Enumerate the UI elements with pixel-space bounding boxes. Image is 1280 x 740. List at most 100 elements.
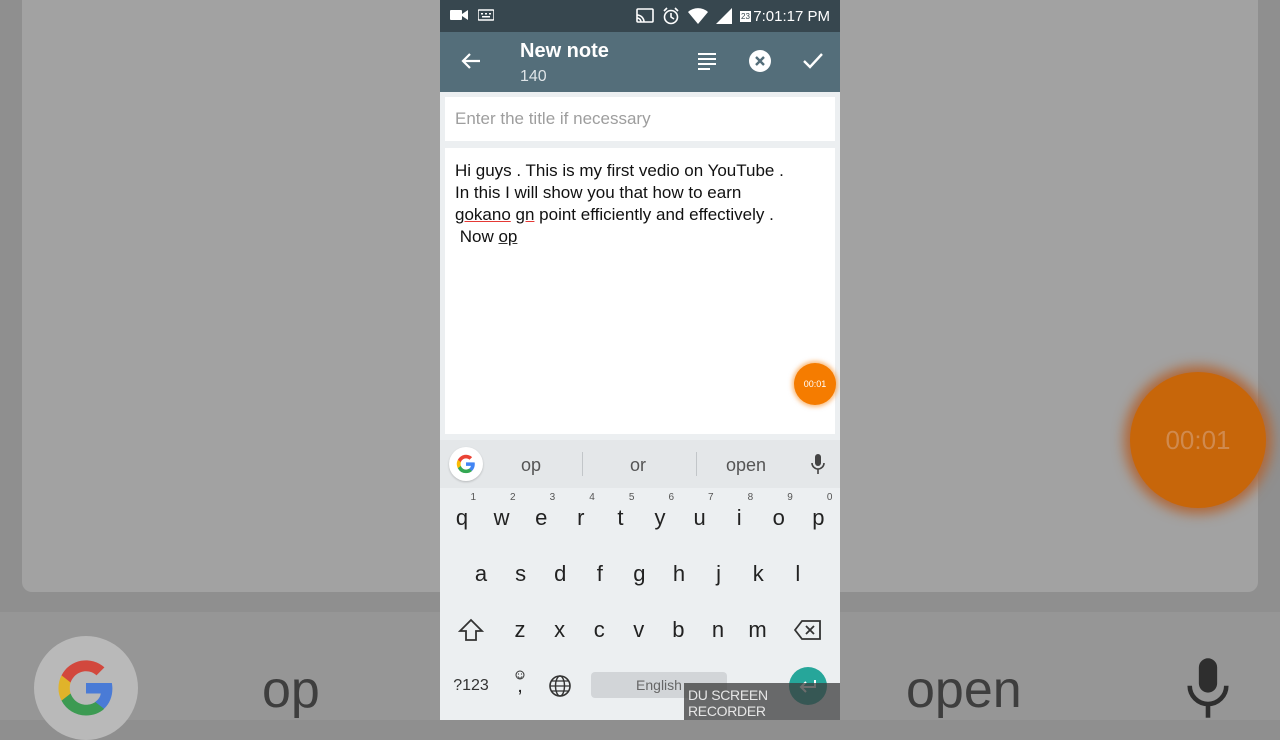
misspelled-word[interactable]: gn xyxy=(516,205,535,224)
shift-key-icon[interactable] xyxy=(451,602,491,658)
key-c[interactable]: c xyxy=(579,602,619,658)
key-r-number-hint: 4 xyxy=(589,492,595,503)
composing-word: op xyxy=(498,227,518,246)
key-y[interactable]: y6 xyxy=(640,490,680,546)
keyboard-icon xyxy=(478,9,494,21)
google-icon[interactable] xyxy=(449,447,483,481)
key-b-label: b xyxy=(672,617,685,642)
suggestion-1[interactable]: op xyxy=(481,455,581,476)
phone-screen: 23 7:01:17 PM New note 140 Hi guys . Thi… xyxy=(440,0,840,720)
backspace-key-icon[interactable] xyxy=(788,602,828,658)
key-row-1: q1w2e3r4t5y6u7i8o9p0 xyxy=(440,490,840,546)
video-camera-icon xyxy=(450,10,468,20)
microphone-icon[interactable] xyxy=(810,453,826,480)
key-a-label: a xyxy=(474,561,488,586)
key-p-number-hint: 0 xyxy=(826,492,833,503)
key-m[interactable]: m xyxy=(738,602,778,658)
key-p[interactable]: p0 xyxy=(798,490,838,546)
signal-icon xyxy=(716,8,732,24)
key-h-label: h xyxy=(672,561,686,586)
key-r[interactable]: r4 xyxy=(561,490,601,546)
key-s[interactable]: s xyxy=(501,546,541,602)
key-l[interactable]: l xyxy=(778,546,818,602)
key-r-label: r xyxy=(577,505,585,530)
key-e[interactable]: e3 xyxy=(521,490,561,546)
key-d[interactable]: d xyxy=(540,546,580,602)
symbols-key-label: ?123 xyxy=(453,677,489,694)
key-i-number-hint: 8 xyxy=(747,492,754,503)
note-line-1: Hi guys . This is my first vedio on YouT… xyxy=(455,161,784,180)
key-p-label: p xyxy=(812,505,825,530)
key-v[interactable]: v xyxy=(619,602,659,658)
key-o[interactable]: o9 xyxy=(759,490,799,546)
key-a[interactable]: a xyxy=(461,546,501,602)
key-f-label: f xyxy=(596,561,603,586)
key-q[interactable]: q1 xyxy=(442,490,482,546)
emoji-comma-key[interactable]: , xyxy=(500,658,540,714)
title-input[interactable] xyxy=(445,97,835,141)
key-m-label: m xyxy=(748,617,767,642)
background-mic-icon xyxy=(1180,656,1236,725)
note-body-textarea[interactable]: Hi guys . This is my first vedio on YouT… xyxy=(445,148,835,434)
key-h[interactable]: h xyxy=(659,546,699,602)
key-s-label: s xyxy=(515,561,527,586)
key-q-label: q xyxy=(455,505,469,530)
character-count: 140 xyxy=(520,68,547,85)
key-x[interactable]: x xyxy=(540,602,580,658)
key-i-label: i xyxy=(736,505,742,530)
key-u[interactable]: u7 xyxy=(680,490,720,546)
key-f[interactable]: f xyxy=(580,546,620,602)
key-q-number-hint: 1 xyxy=(470,492,476,503)
key-j[interactable]: j xyxy=(699,546,739,602)
suggestion-divider xyxy=(582,452,583,476)
key-d-label: d xyxy=(554,561,567,586)
key-x-label: x xyxy=(554,617,566,642)
key-row-3: z x c v b nm xyxy=(440,602,840,658)
key-row-2: a s d f g hjkl xyxy=(440,546,840,602)
key-e-label: e xyxy=(535,505,548,530)
key-n[interactable]: n xyxy=(698,602,738,658)
background-suggestion-op: op xyxy=(262,661,320,719)
globe-language-icon[interactable] xyxy=(540,658,580,714)
format-lines-icon[interactable] xyxy=(696,51,718,76)
suggestion-2[interactable]: or xyxy=(588,455,688,476)
key-u-number-hint: 7 xyxy=(708,492,714,503)
key-w[interactable]: w2 xyxy=(482,490,522,546)
key-k[interactable]: k xyxy=(738,546,778,602)
key-y-number-hint: 6 xyxy=(668,492,674,503)
key-k-label: k xyxy=(752,561,764,586)
background-google-icon xyxy=(34,636,138,740)
key-g-label: g xyxy=(633,561,646,586)
key-t-label: t xyxy=(617,505,624,530)
cast-icon xyxy=(636,8,654,23)
background-recorder-bubble: 00:01 xyxy=(1130,372,1266,508)
key-w-number-hint: 2 xyxy=(510,492,516,503)
note-line-4: Now op xyxy=(455,226,825,248)
symbols-key[interactable]: ?123 xyxy=(451,658,491,714)
key-g[interactable]: g xyxy=(619,546,659,602)
suggestion-3[interactable]: open xyxy=(696,455,796,476)
key-e-number-hint: 3 xyxy=(549,492,556,503)
key-i[interactable]: i8 xyxy=(719,490,759,546)
misspelled-word[interactable]: gokano xyxy=(455,205,511,224)
key-u-label: u xyxy=(693,505,706,530)
note-line-4-text: Now xyxy=(455,227,499,246)
status-bar: 23 7:01:17 PM xyxy=(440,0,840,32)
note-line-3-text: point efficiently and effectively . xyxy=(534,205,774,224)
key-t[interactable]: t5 xyxy=(600,490,640,546)
key-y-label: y xyxy=(654,505,666,530)
key-o-number-hint: 9 xyxy=(787,492,793,503)
key-z[interactable]: z xyxy=(500,602,540,658)
emoji-icon xyxy=(515,670,525,680)
key-t-number-hint: 5 xyxy=(628,492,635,503)
note-line-2: In this I will show you that how to earn xyxy=(455,183,742,202)
recorder-timer-bubble[interactable]: 00:01 xyxy=(794,363,836,405)
app-bar: New note 140 xyxy=(440,32,840,92)
back-arrow-icon[interactable] xyxy=(460,50,482,77)
key-w-label: w xyxy=(493,505,510,530)
key-b[interactable]: b xyxy=(658,602,698,658)
key-c-label: c xyxy=(593,617,605,642)
suggestion-strip: op or open xyxy=(440,440,840,488)
discard-circle-x-icon[interactable] xyxy=(748,49,772,78)
save-check-icon[interactable] xyxy=(802,51,824,76)
